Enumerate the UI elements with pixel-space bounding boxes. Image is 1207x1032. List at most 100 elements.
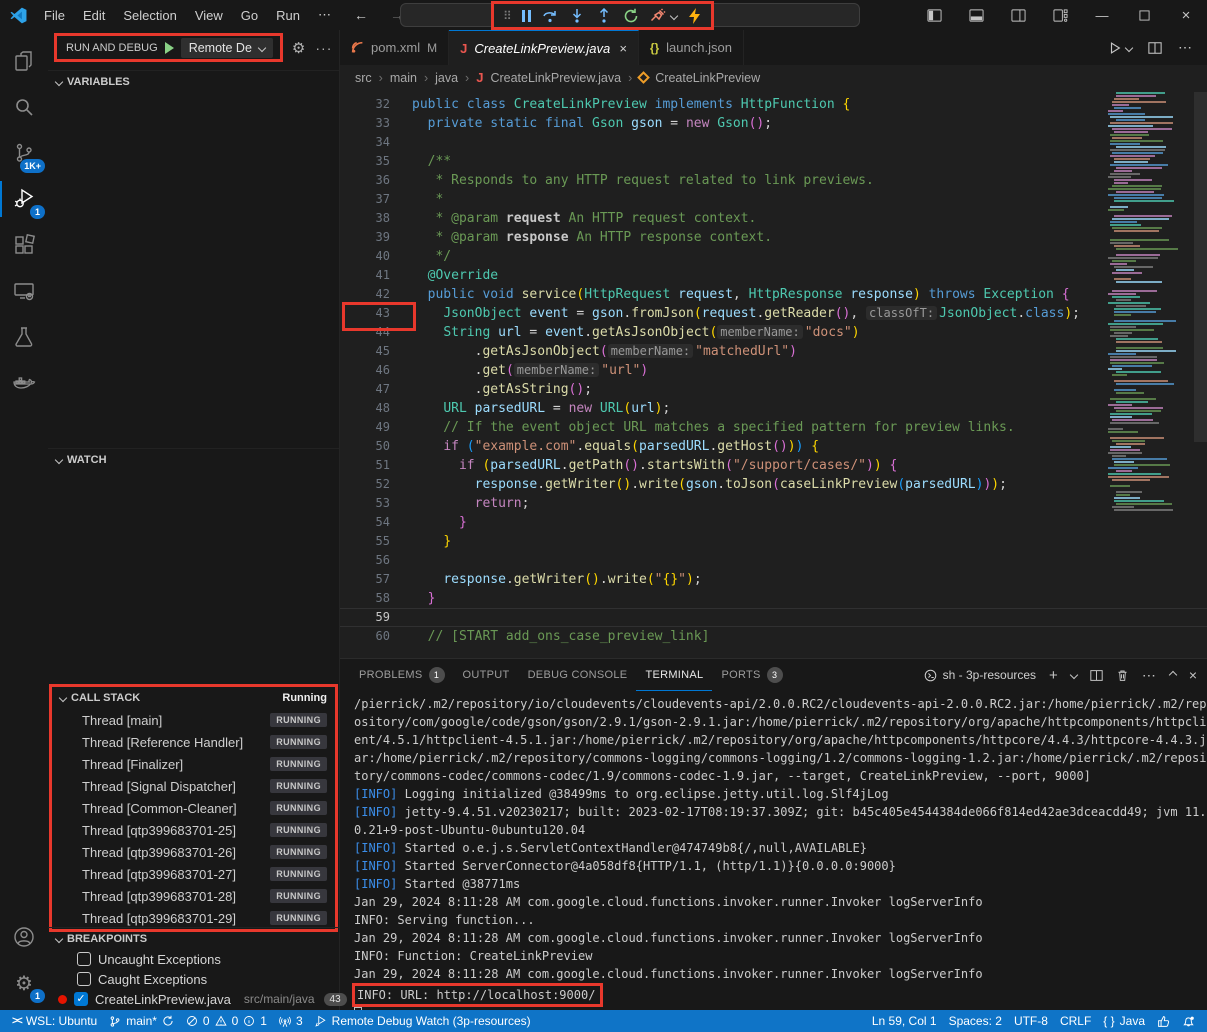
line-number-gutter[interactable]: 45 <box>340 342 390 361</box>
checkbox[interactable]: ✓ <box>74 992 88 1006</box>
line-number-gutter[interactable]: 55 <box>340 532 390 551</box>
line-number-gutter[interactable]: 43 <box>340 304 390 323</box>
panel-tab-terminal[interactable]: TERMINAL <box>636 659 712 691</box>
line-number-gutter[interactable]: 57 <box>340 570 390 589</box>
account-icon[interactable] <box>0 914 48 960</box>
code-line[interactable]: 33 private static final Gson gson = new … <box>340 114 1207 133</box>
menu-item-edit[interactable]: Edit <box>74 8 114 23</box>
thread-row[interactable]: Thread [qtp399683701-29]RUNNING <box>52 907 335 929</box>
thread-row[interactable]: Thread [Common-Cleaner]RUNNING <box>52 797 335 819</box>
more-actions-icon[interactable]: ⋯ <box>1142 667 1157 684</box>
close-panel-icon[interactable]: × <box>1189 667 1197 683</box>
thread-row[interactable]: Thread [Signal Dispatcher]RUNNING <box>52 775 335 797</box>
thread-row[interactable]: Thread [Reference Handler]RUNNING <box>52 731 335 753</box>
code-line[interactable]: 44 String url = event.getAsJsonObject(me… <box>340 323 1207 342</box>
thread-row[interactable]: Thread [qtp399683701-28]RUNNING <box>52 885 335 907</box>
configure-gear-icon[interactable]: ⚙ <box>292 39 305 57</box>
problems-item[interactable]: 0 0 1 <box>180 1010 273 1032</box>
terminal-output[interactable]: /pierrick/.m2/repository/io/cloudevents/… <box>340 691 1207 1010</box>
menu-item-file[interactable]: File <box>35 8 74 23</box>
line-number-gutter[interactable]: 41 <box>340 266 390 285</box>
line-number-gutter[interactable]: 38 <box>340 209 390 228</box>
menu-item-go[interactable]: Go <box>232 8 267 23</box>
code-line[interactable]: 38 * @param request An HTTP request cont… <box>340 209 1207 228</box>
line-number-gutter[interactable]: 37 <box>340 190 390 209</box>
line-number-gutter[interactable]: 52 <box>340 475 390 494</box>
line-number-gutter[interactable]: 51 <box>340 456 390 475</box>
code-line[interactable]: 55 } <box>340 532 1207 551</box>
editor-scrollbar[interactable] <box>1194 92 1207 442</box>
chevron-down-icon[interactable] <box>1070 671 1078 679</box>
sidebar-item-testing[interactable] <box>0 314 48 360</box>
close-tab-icon[interactable]: × <box>619 41 627 56</box>
step-out-button[interactable] <box>596 8 612 24</box>
code-line[interactable]: 56 <box>340 551 1207 570</box>
thread-row[interactable]: Thread [main]RUNNING <box>52 709 335 731</box>
encoding-item[interactable]: UTF-8 <box>1008 1010 1054 1032</box>
tab-createlinkpreview-java[interactable]: JCreateLinkPreview.java× <box>449 30 639 65</box>
sidebar-item-run-and-debug[interactable]: 1 <box>0 176 48 222</box>
sidebar-item-explorer[interactable] <box>0 38 48 84</box>
line-number-gutter[interactable]: 33 <box>340 114 390 133</box>
code-line[interactable]: 32public class CreateLinkPreview impleme… <box>340 95 1207 114</box>
panel-tab-ports[interactable]: PORTS3 <box>712 659 791 691</box>
kill-terminal-icon[interactable] <box>1116 669 1129 682</box>
code-line[interactable]: 34 <box>340 133 1207 152</box>
code-line[interactable]: 57 response.getWriter().write("{}"); <box>340 570 1207 589</box>
panel-tab-output[interactable]: OUTPUT <box>454 659 519 691</box>
code-line[interactable]: 41 @Override <box>340 266 1207 285</box>
disconnect-button[interactable] <box>650 8 677 24</box>
minimap[interactable] <box>1105 92 1191 552</box>
minimize-button[interactable]: — <box>1081 0 1123 30</box>
code-line[interactable]: 47 .getAsString(); <box>340 380 1207 399</box>
line-number-gutter[interactable]: 58 <box>340 589 390 608</box>
breadcrumb-item-src[interactable]: src <box>355 71 372 85</box>
tab-launch-json[interactable]: {}launch.json <box>639 30 744 65</box>
checkbox[interactable] <box>77 972 91 986</box>
code-line[interactable]: 49 // If the event object URL matches a … <box>340 418 1207 437</box>
split-editor-icon[interactable] <box>1148 41 1162 55</box>
indentation-item[interactable]: Spaces: 2 <box>943 1010 1008 1032</box>
remote-indicator[interactable]: ><WSL: Ubuntu <box>6 1010 103 1032</box>
sidebar-item-search[interactable] <box>0 84 48 130</box>
code-line[interactable]: 53 return; <box>340 494 1207 513</box>
menu-item-selection[interactable]: Selection <box>114 8 185 23</box>
line-number-gutter[interactable]: 46 <box>340 361 390 380</box>
code-line[interactable]: 37 * <box>340 190 1207 209</box>
maximize-button[interactable] <box>1123 0 1165 30</box>
code-line[interactable]: 46 .get(memberName:"url") <box>340 361 1207 380</box>
sidebar-item-source-control[interactable]: 1K+ <box>0 130 48 176</box>
step-into-button[interactable] <box>569 8 585 24</box>
thread-row[interactable]: Thread [qtp399683701-27]RUNNING <box>52 863 335 885</box>
breakpoints-section-header[interactable]: BREAKPOINTS <box>48 927 339 949</box>
restart-button[interactable] <box>623 8 639 24</box>
step-over-button[interactable] <box>542 8 558 24</box>
terminal-instance-label[interactable]: sh - 3p-resources <box>924 668 1036 682</box>
line-number-gutter[interactable]: 36 <box>340 171 390 190</box>
menu-item-[interactable]: ⋯ <box>309 7 340 23</box>
code-line[interactable]: 39 * @param response An HTTP response co… <box>340 228 1207 247</box>
menu-item-run[interactable]: Run <box>267 8 309 23</box>
settings-gear-icon[interactable]: ⚙ 1 <box>0 960 48 1006</box>
toggle-panel-icon[interactable] <box>955 0 997 30</box>
sidebar-item-extensions[interactable] <box>0 222 48 268</box>
code-editor[interactable]: 32public class CreateLinkPreview impleme… <box>340 90 1207 658</box>
toggle-primary-sidebar-icon[interactable] <box>913 0 955 30</box>
line-number-gutter[interactable]: 47 <box>340 380 390 399</box>
notifications-bell-icon[interactable] <box>1176 1010 1201 1032</box>
split-terminal-icon[interactable] <box>1090 669 1103 682</box>
launch-config-dropdown[interactable]: Remote De <box>181 38 273 58</box>
code-line[interactable]: 36 * Responds to any HTTP request relate… <box>340 171 1207 190</box>
code-line[interactable]: 43 JsonObject event = gson.fromJson(requ… <box>340 304 1207 323</box>
feedback-icon[interactable] <box>1151 1010 1176 1032</box>
panel-tab-problems[interactable]: PROBLEMS1 <box>350 659 454 691</box>
breakpoint-row[interactable]: ✓CreateLinkPreview.javasrc/main/java43 <box>48 989 339 1009</box>
line-number-gutter[interactable]: 50 <box>340 437 390 456</box>
line-number-gutter[interactable]: 59 <box>340 608 390 627</box>
run-java-button[interactable] <box>1108 41 1132 55</box>
language-mode-item[interactable]: { }Java <box>1097 1010 1151 1032</box>
debug-session-item[interactable]: Remote Debug Watch (3p-resources) <box>309 1010 537 1032</box>
code-line[interactable]: 51 if (parsedURL.getPath().startsWith("/… <box>340 456 1207 475</box>
checkbox[interactable] <box>77 952 91 966</box>
git-branch-item[interactable]: main* <box>103 1010 180 1032</box>
